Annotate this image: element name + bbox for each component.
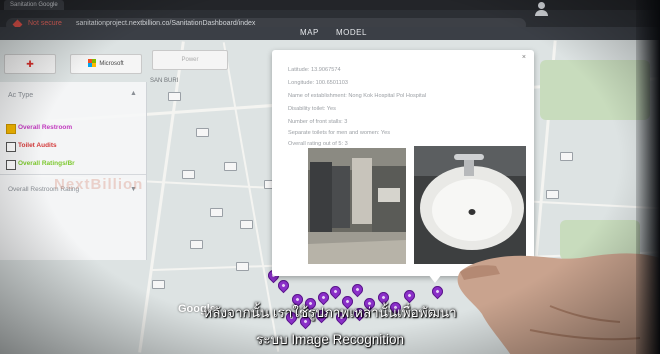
checkbox-toilet-audits[interactable] [6, 142, 16, 152]
checkbox-overall-restroom[interactable] [6, 124, 16, 134]
info-line: Number of front stalls: 3 [288, 119, 348, 125]
option-label: Overall Restroom [18, 124, 73, 131]
subtitle-line-2: ระบบ Image Recognition [256, 332, 404, 347]
restroom-photo[interactable] [308, 148, 406, 264]
microsoft-logo-icon [88, 59, 97, 68]
info-line: Name of establishment: Nong Kok Hospital… [288, 93, 427, 99]
watermark-logo: NextBillion [54, 176, 144, 193]
info-line: Overall rating out of 5: 3 [288, 141, 348, 147]
profile-icon[interactable] [528, 0, 558, 18]
collapse-icon[interactable]: ▲ [130, 90, 137, 97]
monitor-screen: Sanitation Google Not secure sanitationp… [0, 0, 660, 354]
power-button[interactable]: Power [152, 50, 228, 70]
map-pin[interactable] [327, 283, 344, 300]
url-text[interactable]: sanitationproject.nextbillion.co/Sanitat… [76, 20, 255, 27]
map-pin[interactable] [275, 277, 292, 294]
option-label: Overall Ratings/Br [18, 160, 75, 167]
toolbar-home-button[interactable]: ✚ [4, 54, 56, 74]
subtitle-line-1: หลังจากนั้น เราใช้รูปภาพเหล่านั้นเพื่อพั… [203, 305, 457, 320]
filter-panel: Ac Type ▲ Overall Restroom Toilet Audits… [0, 82, 147, 260]
panel-header: Ac Type [8, 92, 34, 99]
map-label-area: SAN BURI [150, 78, 179, 84]
info-line: Disability toilet: Yes [288, 106, 336, 112]
info-line: Separate toilets for men and women: Yes [288, 130, 390, 136]
info-line: Longitude: 100.6501103 [288, 80, 348, 86]
close-icon[interactable]: × [522, 54, 526, 61]
browser-tab[interactable]: Sanitation Google [4, 0, 64, 10]
nav-model[interactable]: MODEL [336, 28, 367, 37]
map-pin[interactable] [349, 281, 366, 298]
checkbox-overall-ratings[interactable] [6, 160, 16, 170]
nav-map[interactable]: MAP [300, 28, 319, 37]
tab-strip: Sanitation Google [0, 0, 660, 10]
divider [0, 174, 146, 175]
microsoft-button[interactable]: Microsoft [70, 54, 142, 74]
info-line: Latitude: 13.9067574 [288, 67, 341, 73]
not-secure-label: Not secure [28, 20, 62, 27]
option-label: Toilet Audits [18, 142, 57, 149]
